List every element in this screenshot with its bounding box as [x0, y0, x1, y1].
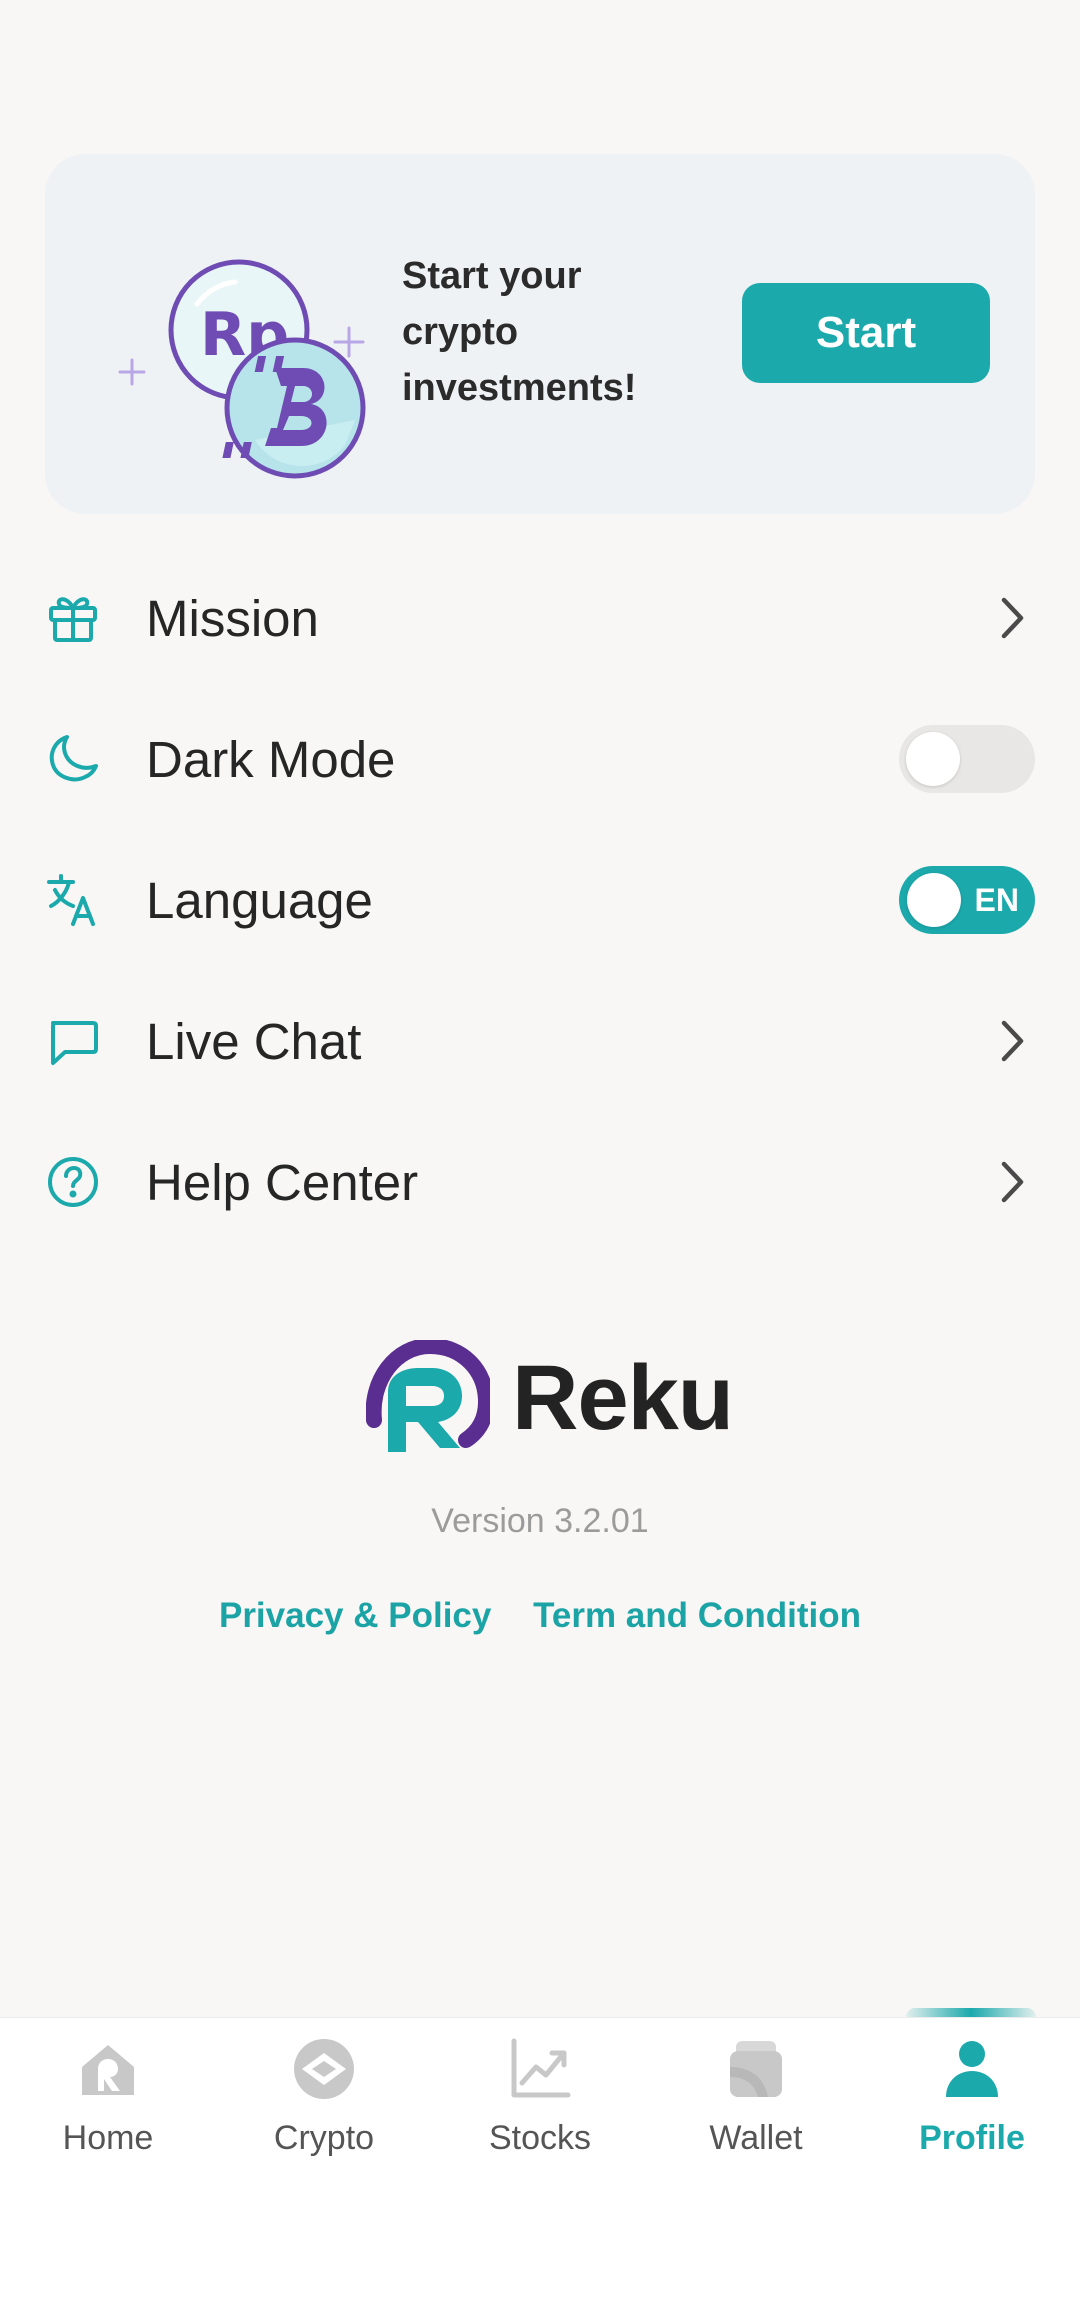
nav-item-stocks[interactable]: Stocks — [432, 2017, 648, 2177]
toggle-knob — [907, 873, 961, 927]
brand-name: Reku — [512, 1347, 734, 1449]
nav-item-home[interactable]: Home — [0, 2017, 216, 2177]
menu-item-mission[interactable]: Mission — [0, 548, 1080, 688]
dark-mode-toggle[interactable] — [899, 725, 1035, 793]
nav-item-wallet[interactable]: Wallet — [648, 2017, 864, 2177]
menu-label-language: Language — [146, 871, 373, 929]
menu-label-live-chat: Live Chat — [146, 1012, 362, 1070]
chevron-right-icon — [1001, 1020, 1024, 1062]
profile-icon — [946, 2041, 998, 2097]
gift-icon — [49, 597, 97, 642]
reku-logo: Reku — [366, 1338, 734, 1458]
menu-item-live-chat[interactable]: Live Chat — [0, 971, 1080, 1111]
menu-label-dark-mode: Dark Mode — [146, 730, 396, 788]
nav-label-wallet: Wallet — [709, 2119, 803, 2157]
nav-label-profile: Profile — [919, 2119, 1025, 2157]
privacy-policy-link[interactable]: Privacy & Policy — [219, 1596, 491, 1635]
menu-item-dark-mode: Dark Mode — [0, 689, 1080, 829]
nav-label-crypto: Crypto — [273, 2119, 375, 2157]
menu-item-language: Language EN — [0, 830, 1080, 970]
legal-links: Privacy & Policy Term and Condition — [0, 1596, 1080, 1636]
toggle-knob — [906, 732, 960, 786]
start-button[interactable]: Start — [742, 283, 990, 383]
chevron-right-icon — [1001, 597, 1024, 639]
crypto-coins-illustration: Rp — [118, 259, 366, 479]
terms-link[interactable]: Term and Condition — [533, 1596, 861, 1635]
menu-label-mission: Mission — [146, 589, 319, 647]
chevron-right-icon — [1001, 1161, 1024, 1203]
active-tab-indicator — [906, 2008, 1036, 2017]
home-icon — [82, 2045, 134, 2095]
menu-item-help-center[interactable]: Help Center — [0, 1112, 1080, 1252]
wallet-icon — [730, 2041, 782, 2097]
nav-label-stocks: Stocks — [488, 2119, 592, 2157]
nav-item-crypto[interactable]: Crypto — [216, 2017, 432, 2177]
moon-icon — [49, 735, 98, 782]
promo-title: Start your crypto investments! — [402, 255, 637, 409]
question-circle-icon — [48, 1157, 98, 1207]
profile-screen: Rp Start your crypto investments! Start … — [0, 0, 1080, 2316]
stocks-chart-icon — [511, 2038, 571, 2098]
language-code: EN — [974, 882, 1019, 918]
app-version: Version 3.2.01 — [431, 1502, 649, 1540]
translate-icon — [47, 874, 95, 926]
language-toggle[interactable]: EN — [899, 866, 1035, 934]
promo-card: Rp Start your crypto investments! Start — [45, 154, 1035, 514]
nav-item-profile[interactable]: Profile — [864, 2017, 1080, 2177]
reku-logo-mark — [366, 1340, 490, 1452]
menu-label-help-center: Help Center — [146, 1153, 419, 1211]
crypto-icon — [294, 2039, 354, 2099]
chat-bubble-icon — [51, 1021, 98, 1065]
nav-label-home: Home — [62, 2119, 154, 2157]
